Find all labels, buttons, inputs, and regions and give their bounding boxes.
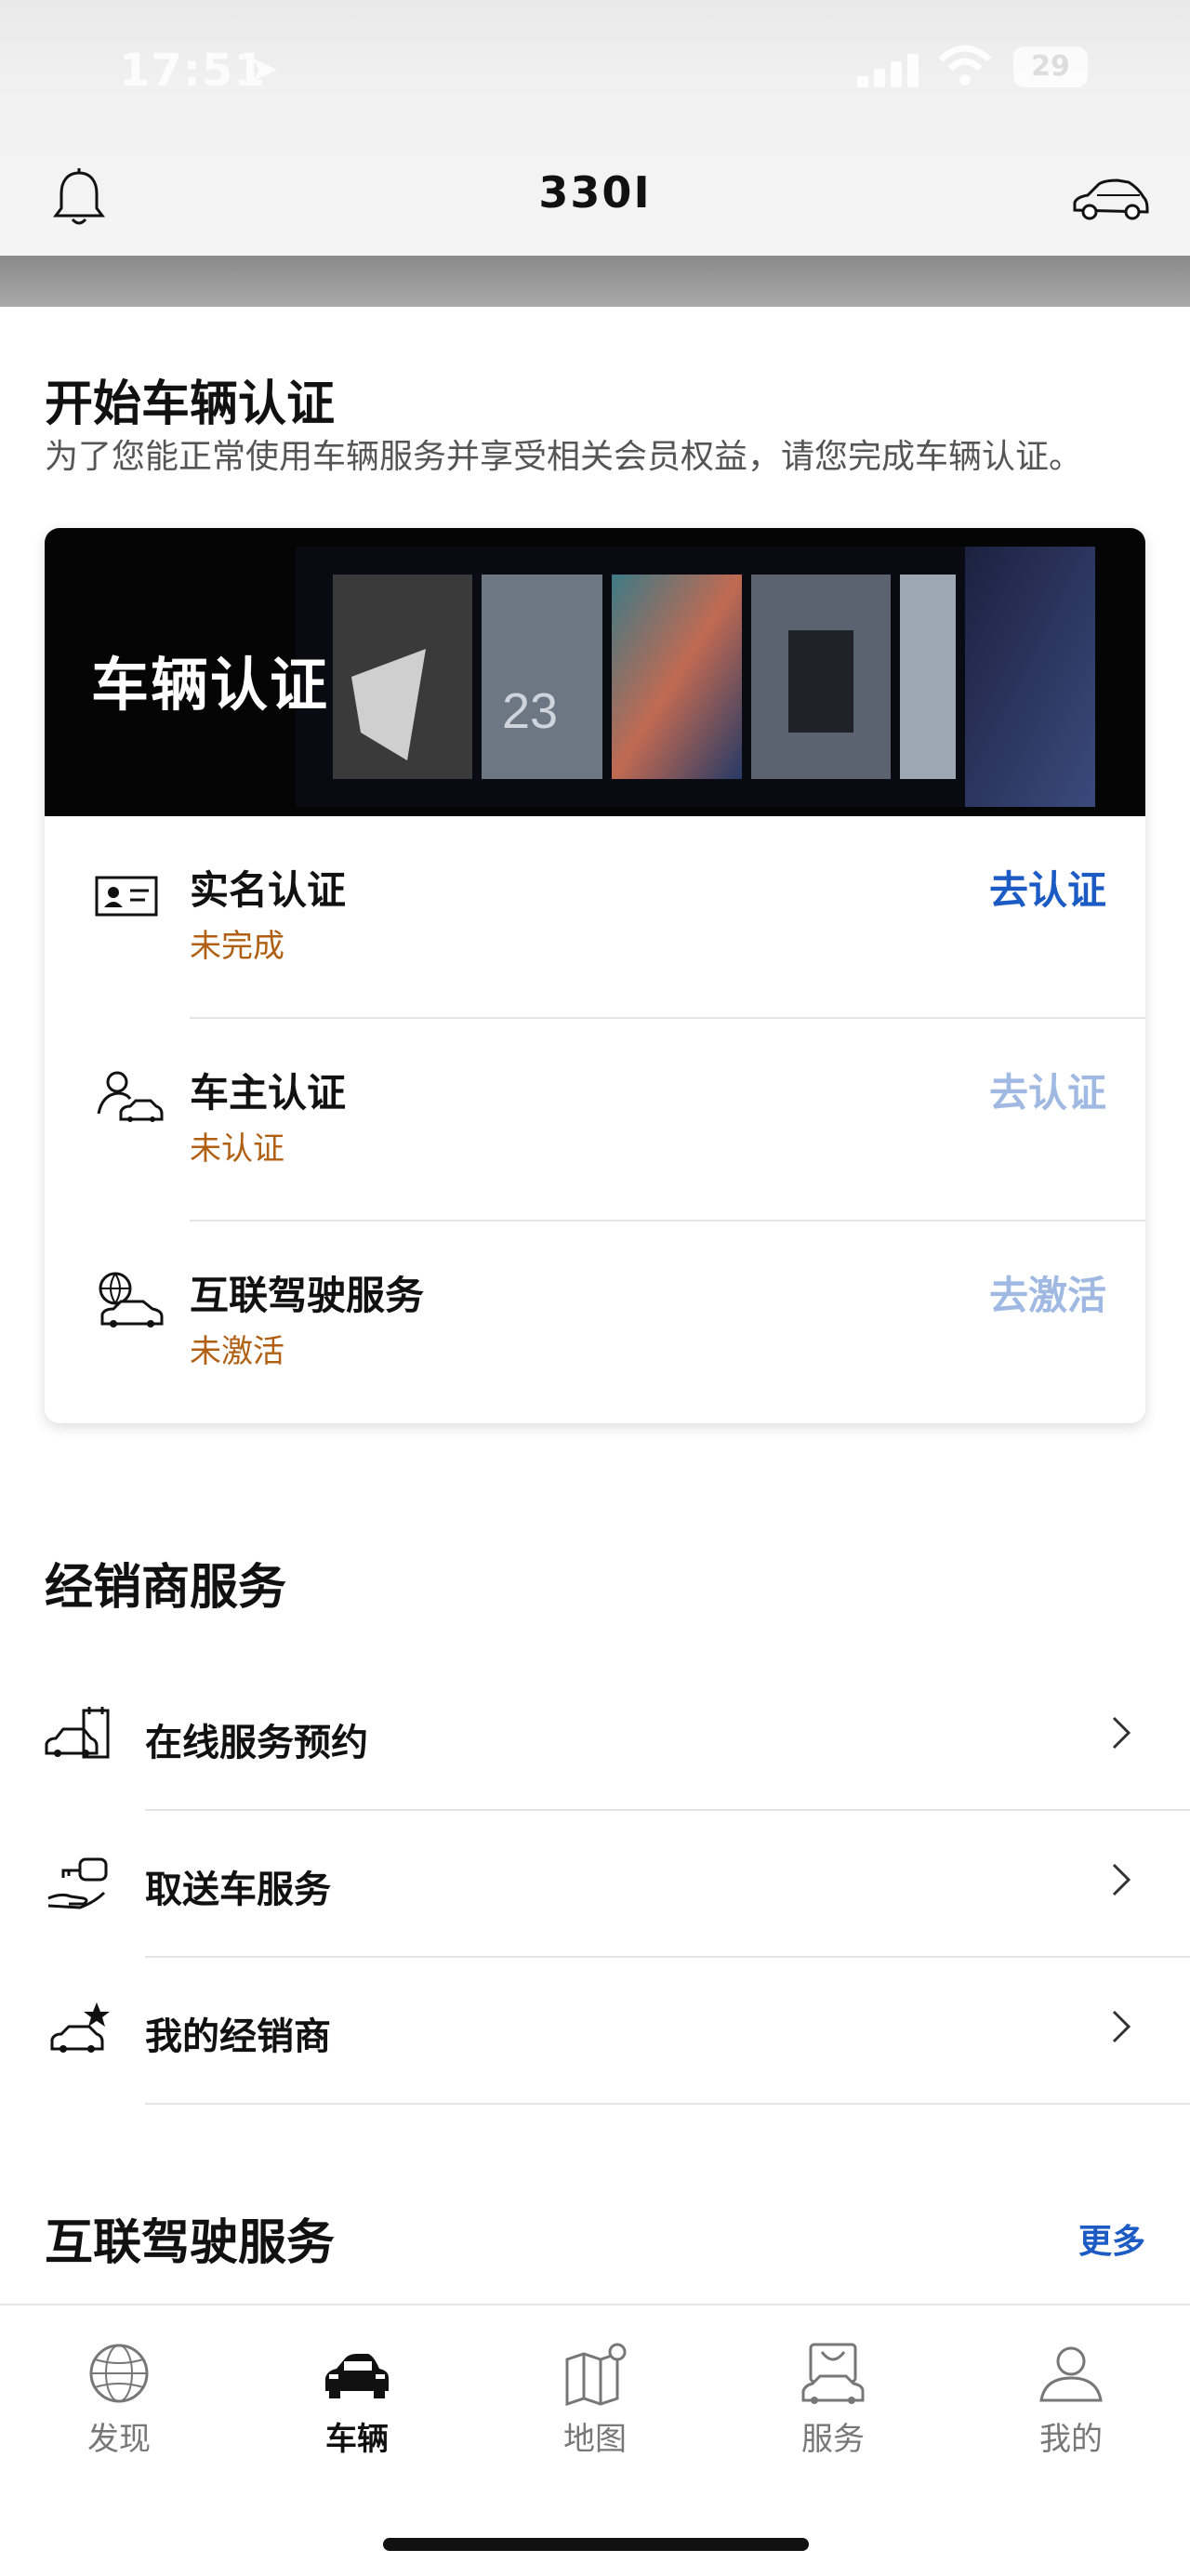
tab-discover[interactable]: 发现 — [45, 2341, 193, 2471]
id-card-icon — [95, 876, 158, 917]
dealer-item-pickup-delivery[interactable]: 取送车服务 — [0, 1811, 1190, 1958]
verification-item-status: 未认证 — [190, 1130, 284, 1168]
more-link[interactable]: 更多 — [1078, 2214, 1145, 2263]
tab-profile[interactable]: 我的 — [997, 2341, 1145, 2471]
status-bar: 17:51 ➤ 29 — [0, 28, 1190, 112]
divider — [145, 2103, 1190, 2105]
verification-subtitle: 为了您能正常使用车辆服务并享受相关会员权益，请您完成车辆认证。 — [45, 438, 1083, 476]
activate-connected-drive-button[interactable]: 去激活 — [989, 1264, 1106, 1321]
app-header: 330I — [0, 139, 1190, 251]
dealer-item-my-dealer[interactable]: 我的经销商 — [0, 1958, 1190, 2105]
hero-image-strip — [0, 256, 1190, 307]
verification-item-label: 车主认证 — [190, 1070, 347, 1116]
verify-owner-button[interactable]: 去认证 — [989, 1062, 1106, 1118]
car-icon — [325, 2354, 389, 2398]
owner-car-icon — [97, 1071, 164, 1122]
profile-icon — [1039, 2346, 1103, 2402]
top-area: 17:51 ➤ 29 330I — [0, 0, 1190, 256]
globe-icon — [89, 2344, 149, 2403]
car-pickup-key-icon — [47, 1857, 108, 1909]
battery-indicator: 29 — [1013, 46, 1088, 87]
tab-map[interactable]: 地图 — [521, 2341, 669, 2471]
tab-label: 服务 — [801, 2421, 865, 2458]
chevron-right-icon — [1112, 2010, 1131, 2043]
tab-label: 我的 — [1039, 2421, 1103, 2458]
tab-label: 车辆 — [325, 2421, 389, 2458]
verification-item-real-name[interactable]: 实名认证 未完成 去认证 — [45, 816, 1145, 1019]
idrive-screens-image: 23 — [296, 547, 1095, 807]
verification-item-status: 未激活 — [190, 1333, 284, 1370]
home-indicator[interactable] — [383, 2538, 809, 2551]
car-switch-icon[interactable] — [1069, 173, 1151, 225]
verification-item-label: 实名认证 — [190, 867, 347, 913]
verification-banner: 23 车辆认证 — [45, 528, 1145, 816]
dealer-item-label: 取送车服务 — [145, 1869, 331, 1911]
tab-vehicle[interactable]: 车辆 — [283, 2341, 431, 2471]
banner-title: 车辆认证 — [91, 651, 330, 719]
verify-real-name-button[interactable]: 去认证 — [989, 859, 1106, 916]
chevron-right-icon — [1112, 1863, 1131, 1896]
verification-item-connected-drive[interactable]: 互联驾驶服务 未激活 去激活 — [45, 1222, 1145, 1423]
verification-item-label: 互联驾驶服务 — [190, 1273, 425, 1318]
vehicle-model-title: 330I — [538, 167, 652, 218]
verification-title: 开始车辆认证 — [45, 376, 336, 432]
shopping-bag-car-icon — [801, 2343, 865, 2404]
map-icon — [565, 2343, 627, 2406]
tab-label: 发现 — [87, 2421, 151, 2458]
cellular-signal-icon — [857, 50, 922, 87]
favorite-dealer-car-icon — [50, 2002, 110, 2053]
connected-drive-title: 互联驾驶服务 — [45, 2215, 336, 2271]
dealer-item-service-appointment[interactable]: 在线服务预约 — [0, 1664, 1190, 1811]
status-time: 17:51 — [119, 45, 266, 97]
verification-card: 23 车辆认证 实名认证 未完成 去认证 车主认证 未认证 去认证 互联驾驶服务… — [45, 528, 1145, 1423]
tab-label: 地图 — [563, 2421, 627, 2458]
dealer-section-title: 经销商服务 — [45, 1560, 287, 1616]
verification-item-owner[interactable]: 车主认证 未认证 去认证 — [45, 1019, 1145, 1222]
wifi-icon — [938, 45, 992, 86]
tab-service[interactable]: 服务 — [759, 2341, 907, 2471]
chevron-right-icon — [1112, 1716, 1131, 1750]
service-appointment-icon — [45, 1707, 110, 1759]
location-arrow-icon: ➤ — [249, 48, 279, 89]
bottom-tab-bar: 发现 车辆 地图 服务 我的 — [0, 2304, 1190, 2576]
connected-drive-icon — [99, 1272, 164, 1328]
banner-screen-number: 23 — [502, 683, 558, 739]
dealer-item-label: 在线服务预约 — [145, 1722, 368, 1764]
verification-item-status: 未完成 — [190, 928, 284, 965]
dealer-item-label: 我的经销商 — [145, 2015, 331, 2058]
